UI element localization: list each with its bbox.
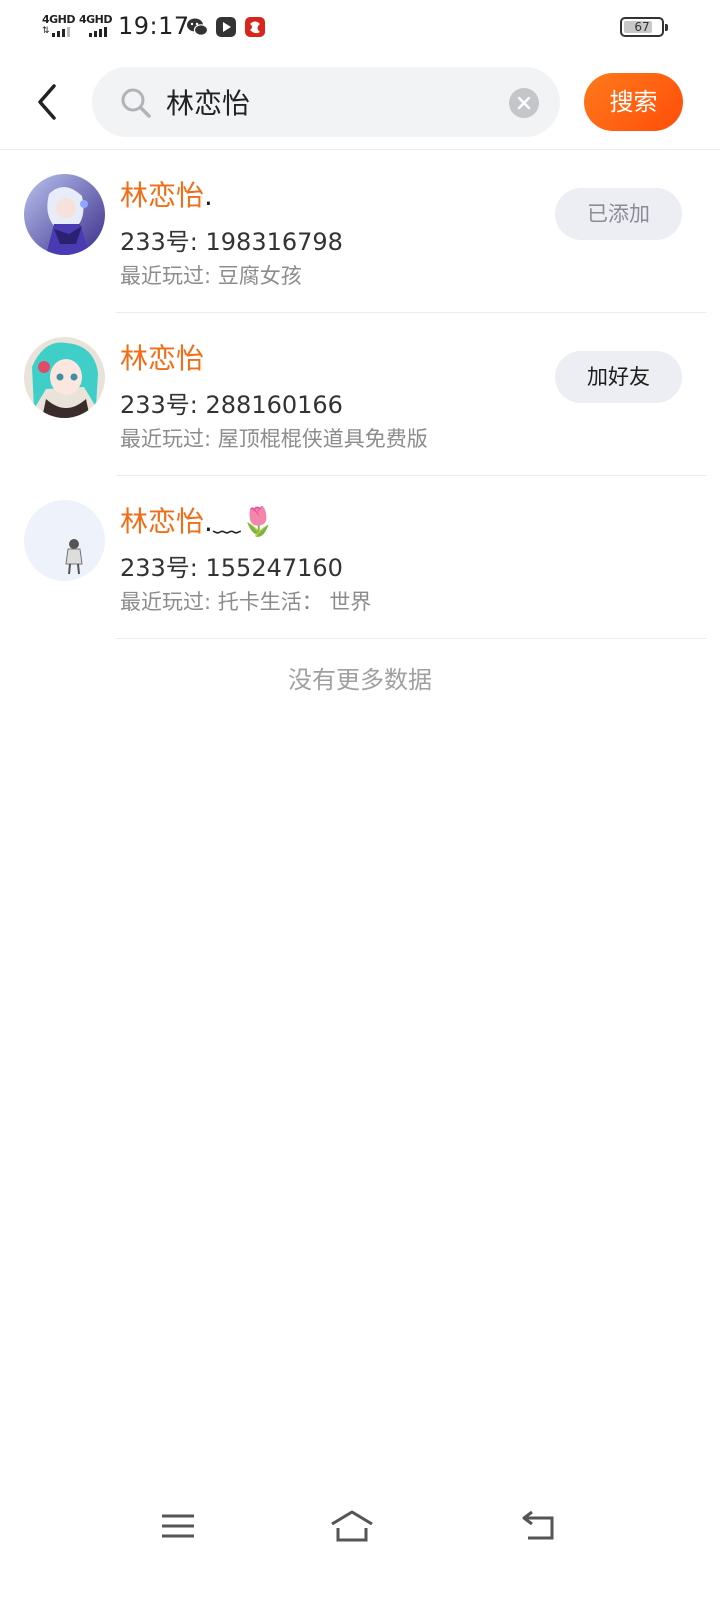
recently-played: 最近玩过: 托卡生活： 世界 bbox=[120, 590, 372, 614]
play-store-icon bbox=[216, 17, 236, 37]
signal-2-label: 4GHD bbox=[79, 13, 113, 26]
search-header: 搜索 bbox=[0, 56, 720, 150]
back-icon[interactable] bbox=[514, 1506, 562, 1546]
back-arrow-icon[interactable] bbox=[30, 82, 66, 122]
battery-level: 67 bbox=[634, 20, 650, 34]
user-id: 233号: 198316798 bbox=[120, 228, 343, 256]
search-icon bbox=[121, 88, 151, 118]
user-name: 林恋怡. bbox=[120, 179, 213, 212]
result-row[interactable]: 林恋怡. 233号: 198316798 最近玩过: 豆腐女孩 已添加 bbox=[0, 150, 720, 313]
menu-icon[interactable] bbox=[154, 1506, 202, 1546]
battery-icon: 67 bbox=[620, 17, 668, 37]
signal-1-label: 4GHD bbox=[42, 13, 76, 26]
add-friend-button[interactable]: 加好友 bbox=[555, 351, 682, 403]
home-icon[interactable] bbox=[328, 1506, 376, 1546]
no-more-data-label: 没有更多数据 bbox=[288, 666, 432, 694]
clock: 19:17 bbox=[118, 12, 190, 40]
user-name: 林恋怡.﹏🌷 bbox=[120, 505, 276, 538]
red-app-icon bbox=[245, 17, 265, 37]
search-button[interactable]: 搜索 bbox=[584, 73, 683, 131]
recently-played: 最近玩过: 豆腐女孩 bbox=[120, 264, 302, 288]
search-input[interactable] bbox=[166, 79, 496, 125]
user-id: 233号: 288160166 bbox=[120, 391, 343, 419]
user-name: 林恋怡 bbox=[120, 342, 205, 375]
avatar[interactable] bbox=[24, 174, 105, 255]
result-row[interactable]: 林恋怡.﹏🌷 233号: 155247160 最近玩过: 托卡生活： 世界 bbox=[0, 476, 720, 639]
divider bbox=[116, 638, 706, 639]
avatar[interactable] bbox=[24, 500, 105, 581]
signal-2-icon: 4GHD bbox=[79, 13, 113, 37]
clear-search-icon[interactable] bbox=[509, 88, 539, 118]
result-row[interactable]: 林恋怡 233号: 288160166 最近玩过: 屋顶棍棍侠道具免费版 加好友 bbox=[0, 313, 720, 476]
navigation-bar bbox=[0, 1496, 720, 1560]
wechat-icon bbox=[187, 18, 208, 36]
user-id: 233号: 155247160 bbox=[120, 554, 343, 582]
search-box[interactable] bbox=[92, 67, 560, 137]
status-bar: 4GHD ⇅ 4GHD 19:17 67 bbox=[0, 0, 720, 56]
avatar[interactable] bbox=[24, 337, 105, 418]
signal-1-icon: 4GHD ⇅ bbox=[42, 13, 76, 37]
recently-played: 最近玩过: 屋顶棍棍侠道具免费版 bbox=[120, 427, 428, 451]
added-button[interactable]: 已添加 bbox=[555, 188, 682, 240]
